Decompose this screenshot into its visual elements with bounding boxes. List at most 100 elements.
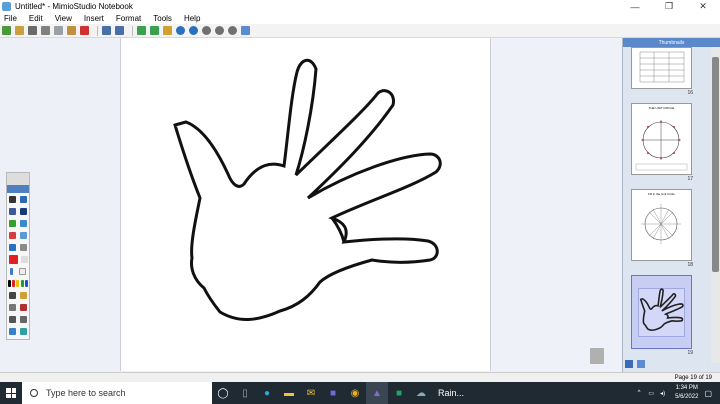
thumbnail-page-16[interactable] — [631, 47, 692, 89]
gallery-icon[interactable] — [163, 26, 172, 35]
status-bar: Page 19 of 19 — [0, 372, 720, 382]
tool-palette[interactable] — [6, 172, 30, 340]
network-icon[interactable]: ▭ — [648, 390, 654, 397]
thumbnail-page-19[interactable] — [631, 275, 692, 349]
clock[interactable]: 1:34 PM 5/6/2022 — [675, 384, 698, 402]
taskbar-search[interactable]: Type here to search — [22, 382, 212, 404]
line-icon[interactable] — [9, 219, 16, 227]
thumbnail-list: 16 THE UNIT CIRCLE 17 Fill in the Unit C… — [623, 47, 711, 363]
eraser-icon[interactable] — [9, 231, 16, 239]
thumbnail-number: 16 — [687, 90, 693, 96]
thumbnail-page-18[interactable]: Fill in the Unit Circle — [631, 189, 692, 261]
redo-icon[interactable] — [115, 26, 124, 35]
lines-icon[interactable] — [9, 291, 16, 299]
color-yellow[interactable] — [16, 279, 20, 287]
fill-color-swatch[interactable] — [20, 255, 28, 263]
search-icon — [30, 389, 38, 397]
unit-circle-preview — [635, 120, 688, 171]
undo-icon[interactable] — [102, 26, 111, 35]
print-icon[interactable] — [28, 26, 37, 35]
transparency-icon[interactable] — [19, 267, 26, 275]
thumbnail-number: 19 — [687, 350, 693, 356]
restore-button[interactable]: ❐ — [652, 0, 686, 13]
cut-icon[interactable] — [41, 26, 50, 35]
edge-icon[interactable]: ● — [256, 382, 278, 404]
fill-icon[interactable] — [9, 243, 16, 251]
menu-tools[interactable]: Tools — [153, 14, 172, 23]
teams-icon[interactable]: ■ — [322, 382, 344, 404]
pen-icon[interactable] — [9, 207, 16, 215]
close-button[interactable]: ✕ — [686, 0, 720, 13]
text-icon[interactable] — [20, 207, 27, 215]
hand-outline — [173, 58, 442, 321]
add-page-icon[interactable] — [137, 26, 146, 35]
blank-unit-circle-preview — [641, 204, 681, 244]
shape-icon[interactable] — [20, 219, 27, 227]
screen-icon[interactable] — [9, 315, 16, 323]
file-explorer-icon[interactable]: ▯ — [234, 382, 256, 404]
delete-icon[interactable] — [80, 26, 89, 35]
workspace-margin — [491, 38, 622, 372]
volume-icon[interactable]: ◂) — [660, 390, 665, 397]
menu-view[interactable]: View — [55, 14, 72, 23]
lock-icon[interactable] — [9, 303, 16, 311]
line-style-icon[interactable] — [20, 243, 27, 251]
clock-date: 5/6/2022 — [675, 394, 699, 400]
task-view-icon[interactable]: ◯ — [212, 382, 234, 404]
thumbnail-number: 17 — [687, 176, 693, 182]
thumbnail-page-17[interactable]: THE UNIT CIRCLE — [631, 103, 692, 175]
menu-edit[interactable]: Edit — [29, 14, 43, 23]
capture-icon[interactable] — [9, 327, 16, 335]
next-page-icon[interactable] — [189, 26, 198, 35]
menu-help[interactable]: Help — [184, 14, 200, 23]
thumbnail-scrollbar[interactable] — [711, 47, 720, 363]
table-preview — [639, 51, 685, 83]
thumbnails-view-icon[interactable] — [625, 360, 633, 368]
gallery-tool-icon[interactable] — [20, 291, 27, 299]
menu-file[interactable]: File — [4, 14, 17, 23]
chrome-icon[interactable]: ◉ — [344, 382, 366, 404]
hand-drawing[interactable] — [120, 38, 491, 371]
gallery-view-icon[interactable] — [637, 360, 645, 368]
menu-format[interactable]: Format — [116, 14, 141, 23]
trash-icon[interactable] — [590, 348, 604, 364]
paste-icon[interactable] — [67, 26, 76, 35]
taskbar: Type here to search ◯ ▯ ● ▬ ✉ ■ ◉ ▲ ■ ☁ … — [0, 382, 720, 404]
color-black[interactable] — [7, 279, 11, 287]
color-green[interactable] — [20, 279, 24, 287]
previous-page-icon[interactable] — [176, 26, 185, 35]
line-width-icon[interactable] — [10, 267, 13, 275]
notifications-icon[interactable]: ▢ — [704, 389, 712, 398]
highlighter-icon[interactable] — [20, 231, 27, 239]
palette-title-bar — [7, 185, 29, 193]
hand-tool-icon[interactable] — [20, 195, 27, 203]
tray-chevron-icon[interactable]: ^ — [638, 390, 641, 396]
new-icon[interactable] — [2, 26, 11, 35]
fit-page-icon[interactable] — [241, 26, 250, 35]
color-blue[interactable] — [25, 279, 29, 287]
toolbar-divider — [97, 25, 98, 36]
duplicate-page-icon[interactable] — [150, 26, 159, 35]
zoom-icon[interactable] — [202, 26, 211, 35]
recorder-icon[interactable] — [20, 327, 27, 335]
copy-icon[interactable] — [54, 26, 63, 35]
start-button[interactable] — [0, 382, 22, 404]
minimize-button[interactable]: — — [618, 0, 652, 13]
menu-insert[interactable]: Insert — [84, 14, 104, 23]
zoom-out-icon[interactable] — [215, 26, 224, 35]
folder-icon[interactable]: ▬ — [278, 382, 300, 404]
toolbar — [0, 24, 720, 38]
scrollbar-thumb[interactable] — [712, 57, 719, 272]
current-color-swatch[interactable] — [8, 254, 18, 264]
weather-label[interactable]: Rain... — [438, 388, 464, 398]
excel-icon[interactable]: ■ — [388, 382, 410, 404]
color-red[interactable] — [12, 279, 16, 287]
select-icon[interactable] — [9, 195, 16, 203]
mimio-icon[interactable]: ▲ — [366, 382, 388, 404]
mail-icon[interactable]: ✉ — [300, 382, 322, 404]
keyboard-icon[interactable] — [20, 315, 27, 323]
palette-header — [7, 173, 29, 185]
open-icon[interactable] — [15, 26, 24, 35]
delete-tool-icon[interactable] — [20, 303, 27, 311]
zoom-in-icon[interactable] — [228, 26, 237, 35]
